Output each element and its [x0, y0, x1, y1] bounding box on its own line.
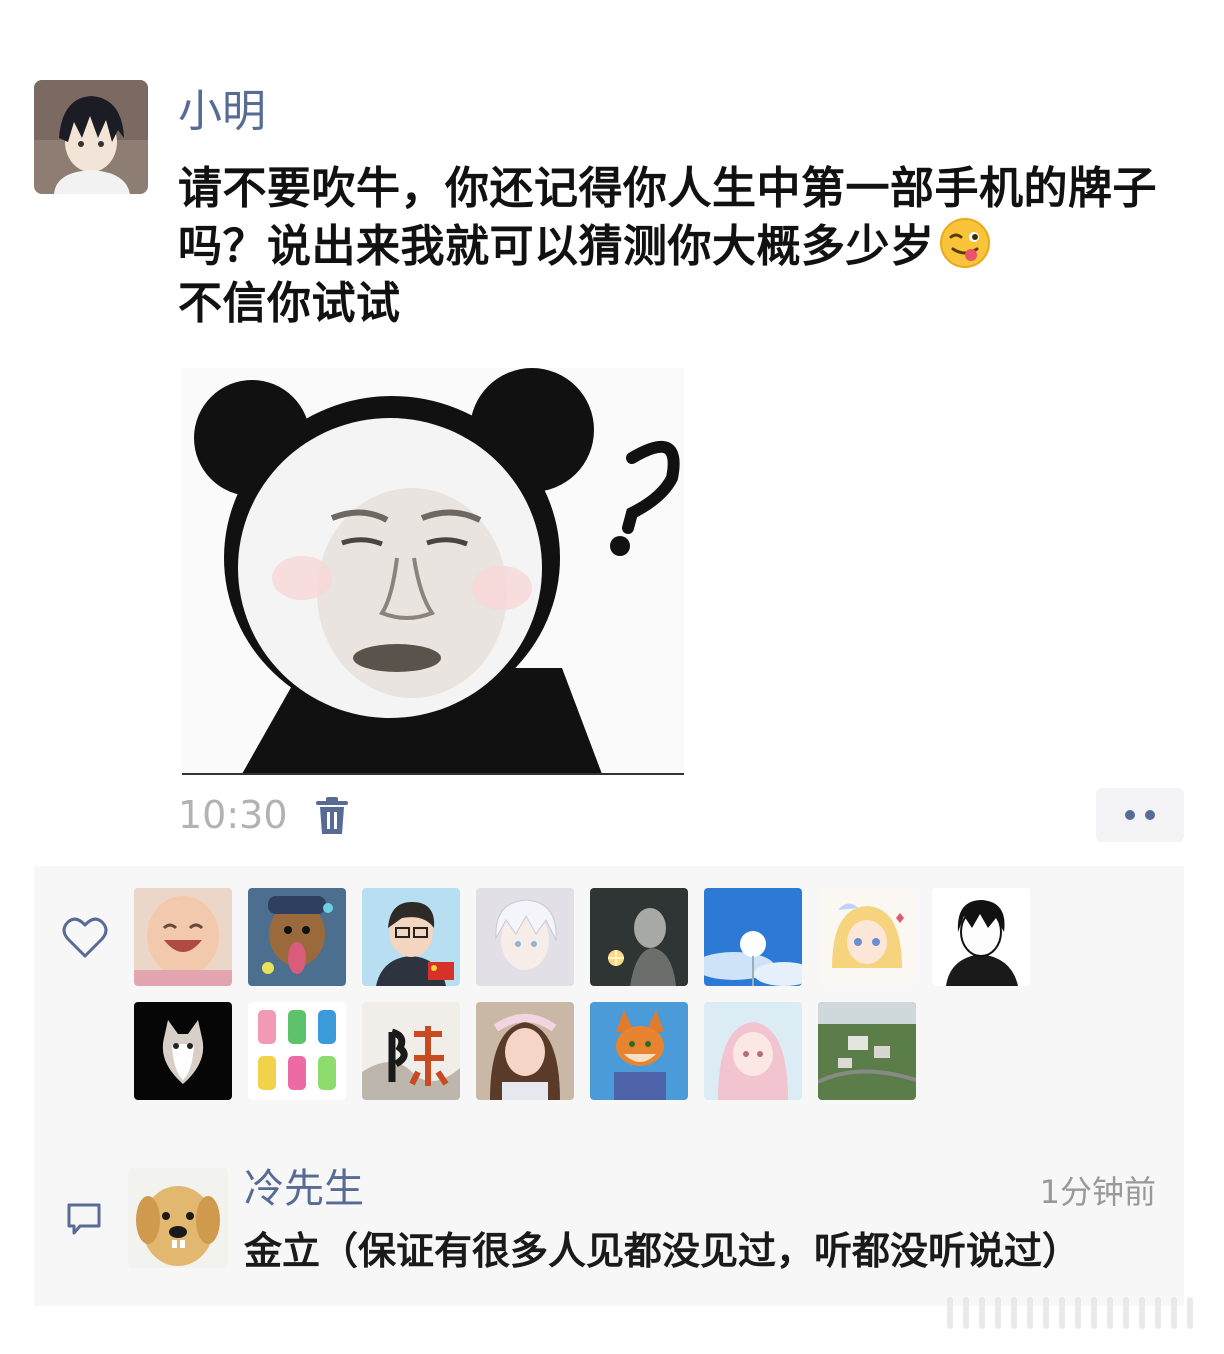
anime-boy-sketch-avatar[interactable]	[932, 888, 1030, 986]
comment-text: 金立（保证有很多人见都没见过，听都没听说过）	[244, 1229, 1081, 1273]
comment-icon[interactable]	[66, 1202, 102, 1236]
baby-avatar[interactable]	[134, 888, 232, 986]
pink-anime-girl-avatar[interactable]	[704, 1002, 802, 1100]
dandelion-sky-avatar[interactable]	[704, 888, 802, 986]
poster-name[interactable]: 小明	[178, 82, 266, 142]
post-time: 10:30	[178, 793, 288, 837]
cartoon-man-flag-avatar[interactable]	[362, 888, 460, 986]
dot-icon	[1145, 810, 1155, 820]
zootopia-fox-avatar[interactable]	[590, 1002, 688, 1100]
dog-avatar[interactable]	[248, 888, 346, 986]
trash-icon[interactable]	[314, 796, 350, 836]
cat-black-avatar[interactable]	[134, 1002, 232, 1100]
panda-meme-image[interactable]	[182, 368, 684, 774]
anime-white-hair-avatar[interactable]	[476, 888, 574, 986]
more-options-button[interactable]	[1096, 788, 1184, 842]
dark-anime-avatar[interactable]	[590, 888, 688, 986]
girl-avatar[interactable]	[476, 1002, 574, 1100]
post-text-main: 请不要吹牛，你还记得你人生中第一部手机的牌子吗？说出来我就可以猜测你大概多少岁	[178, 163, 1157, 272]
dot-icon	[1125, 810, 1135, 820]
wink-tongue-emoji-icon	[939, 217, 991, 269]
post-content: 请不要吹牛，你还记得你人生中第一部手机的牌子吗？说出来我就可以猜测你大概多少岁 …	[178, 160, 1168, 332]
image-divider	[182, 773, 684, 775]
anime-girl-blonde-avatar[interactable]	[818, 888, 916, 986]
colorful-figures-avatar[interactable]	[248, 1002, 346, 1100]
comment-time: 1分钟前	[1039, 1173, 1156, 1211]
commenter-name[interactable]: 冷先生	[244, 1166, 364, 1212]
poster-avatar[interactable]	[34, 80, 148, 194]
heart-icon[interactable]	[62, 916, 108, 960]
post-text-tail: 不信你试试	[178, 278, 401, 329]
commenter-avatar[interactable]	[128, 1168, 228, 1268]
aerial-village-avatar[interactable]	[818, 1002, 916, 1100]
calligraphy-chen-avatar[interactable]	[362, 1002, 460, 1100]
watermark-overlay	[940, 1290, 1210, 1336]
